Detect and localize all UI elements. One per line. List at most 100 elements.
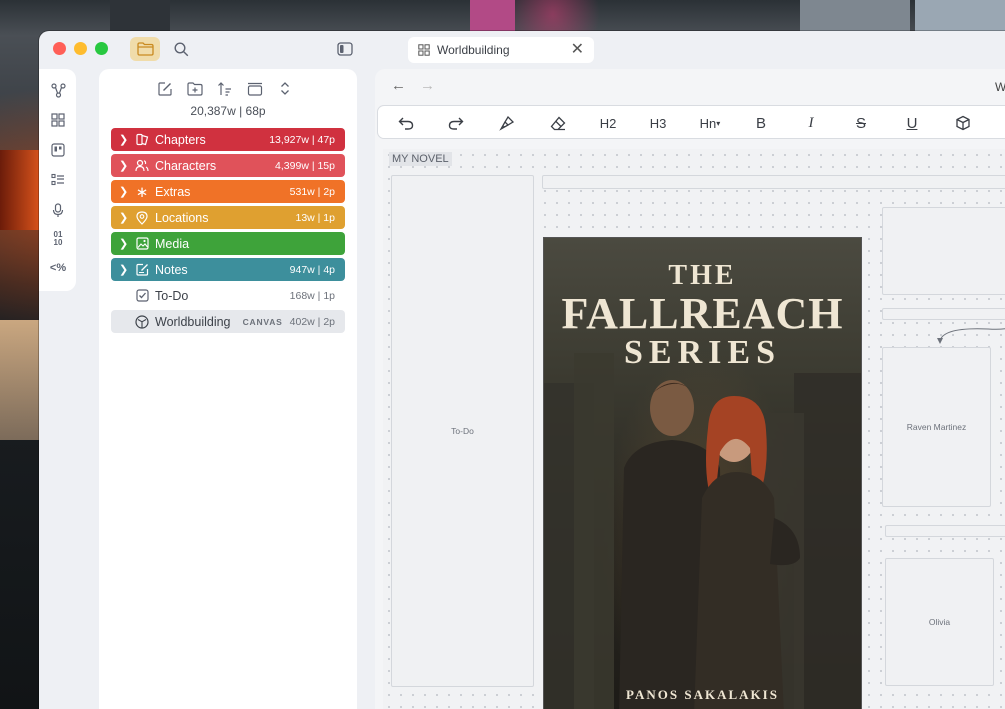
tab-worldbuilding[interactable]: Worldbuilding ✕ bbox=[408, 37, 594, 63]
chevron-right-icon[interactable]: ❯ bbox=[119, 211, 129, 224]
insert-block-button[interactable] bbox=[950, 113, 976, 133]
zoom-window-button[interactable] bbox=[95, 42, 108, 55]
binder-item-worldbuilding[interactable]: Worldbuilding CANVAS 402w | 2p bbox=[111, 310, 345, 333]
pin-icon bbox=[135, 210, 149, 225]
people-icon bbox=[135, 159, 149, 173]
microphone-icon[interactable] bbox=[49, 201, 67, 219]
binder-item-stat: 947w | 4p bbox=[289, 263, 335, 276]
binder-item-stat: 531w | 2p bbox=[289, 185, 335, 198]
binder-item-label: Worldbuilding bbox=[155, 314, 231, 329]
note-icon bbox=[135, 263, 149, 277]
binder-item-locations[interactable]: ❯ Locations 13w | 1p bbox=[111, 206, 345, 229]
connector-edge bbox=[937, 328, 1005, 344]
history-nav: ← → bbox=[391, 77, 435, 94]
cover-title-main: FALLREACH bbox=[561, 289, 844, 338]
binder-toggle-button[interactable] bbox=[130, 37, 160, 61]
card-label: Olivia bbox=[928, 617, 951, 627]
new-document-icon[interactable] bbox=[155, 79, 174, 98]
folder-icon bbox=[136, 42, 154, 56]
binder-tree: ❯ Chapters 13,927w | 47p ❯ Characters 4,… bbox=[111, 128, 345, 336]
image-icon bbox=[135, 237, 149, 251]
heading-3-button[interactable]: H3 bbox=[647, 113, 669, 133]
close-tab-icon[interactable]: ✕ bbox=[571, 42, 584, 58]
breadcrumb: W bbox=[995, 80, 1005, 94]
binder-item-stat: 13w | 1p bbox=[295, 211, 335, 224]
chevron-right-icon[interactable]: ❯ bbox=[119, 263, 129, 276]
binder-panel: 20,387w | 68p ❯ Chapters 13,927w | 47p ❯… bbox=[99, 69, 357, 709]
heading-n-button[interactable]: Hn ▾ bbox=[696, 113, 724, 133]
snippet-icon[interactable]: <% bbox=[49, 259, 67, 277]
canvas-grid-icon bbox=[418, 44, 430, 56]
outline-list-icon[interactable] bbox=[49, 171, 67, 189]
cover-figures bbox=[619, 380, 800, 709]
heading-n-label: Hn bbox=[699, 115, 717, 131]
redo-icon[interactable] bbox=[445, 113, 467, 133]
binder-item-label: Media bbox=[155, 236, 190, 251]
chevron-right-icon[interactable]: ❯ bbox=[119, 237, 129, 250]
board-icon[interactable] bbox=[49, 141, 67, 159]
book-cover-image[interactable]: THE FALLREACH SERIES PANOS SAKALAKIS bbox=[543, 237, 862, 709]
app-window: Worldbuilding ✕ 01 10 <% 20,387w | 68p ❯… bbox=[39, 31, 1005, 709]
back-arrow-icon[interactable]: ← bbox=[391, 77, 406, 94]
heading-2-button[interactable]: H2 bbox=[597, 113, 619, 133]
expand-collapse-icon[interactable] bbox=[275, 79, 294, 98]
canvas-card-olivia[interactable]: Olivia bbox=[885, 558, 994, 686]
collapse-panel-icon[interactable] bbox=[245, 79, 264, 98]
canvas-card-header[interactable] bbox=[542, 175, 1005, 189]
asterisk-icon: ∗ bbox=[135, 183, 149, 201]
cover-author: PANOS SAKALAKIS bbox=[626, 687, 779, 702]
eraser-icon[interactable] bbox=[547, 113, 569, 133]
canvas-card-raven[interactable]: Raven Martinez bbox=[882, 347, 991, 507]
canvas-group-label: MY NOVEL bbox=[389, 152, 452, 166]
view-rail: 01 10 <% bbox=[39, 69, 76, 291]
search-icon bbox=[173, 41, 188, 56]
bold-button[interactable]: B bbox=[750, 113, 772, 133]
binder-item-label: Characters bbox=[155, 158, 217, 173]
binder-toolbar bbox=[155, 79, 294, 98]
chevron-right-icon[interactable]: ❯ bbox=[119, 159, 129, 172]
close-window-button[interactable] bbox=[53, 42, 66, 55]
binder-item-characters[interactable]: ❯ Characters 4,399w | 15p bbox=[111, 154, 345, 177]
italic-button[interactable]: I bbox=[800, 113, 822, 133]
sort-icon[interactable] bbox=[215, 79, 234, 98]
strikethrough-button[interactable]: S bbox=[850, 113, 872, 133]
paintbrush-icon[interactable] bbox=[496, 113, 518, 133]
cube-icon bbox=[956, 115, 970, 131]
chevron-right-icon[interactable]: ❯ bbox=[119, 133, 129, 146]
canvas[interactable]: MY NOVEL To-Do Raven Martinez Olivia THE… bbox=[383, 149, 1005, 709]
search-button[interactable] bbox=[166, 37, 196, 61]
canvas-card-strip-2[interactable] bbox=[885, 525, 1005, 537]
tab-label: Worldbuilding bbox=[437, 43, 510, 57]
chevron-right-icon[interactable]: ❯ bbox=[119, 185, 129, 198]
minimize-window-button[interactable] bbox=[74, 42, 87, 55]
project-stats: 20,387w | 68p bbox=[190, 104, 266, 118]
binder-item-extras[interactable]: ❯ ∗ Extras 531w | 2p bbox=[111, 180, 345, 203]
binder-item-notes[interactable]: ❯ Notes 947w | 4p bbox=[111, 258, 345, 281]
binder-item-stat: 168w | 1p bbox=[289, 289, 335, 302]
card-label: Raven Martinez bbox=[906, 422, 967, 432]
binder-item-chapters[interactable]: ❯ Chapters 13,927w | 47p bbox=[111, 128, 345, 151]
binder-item-label: Locations bbox=[155, 210, 209, 225]
binder-item-label: To-Do bbox=[155, 288, 189, 303]
binder-item-label: Chapters bbox=[155, 132, 206, 147]
binary-icon[interactable]: 01 10 bbox=[49, 230, 67, 248]
underline-button[interactable]: U bbox=[901, 113, 923, 133]
cover-title-bottom: SERIES bbox=[624, 334, 781, 371]
checkbox-icon bbox=[135, 289, 149, 303]
binder-item-stat: 402w | 2p bbox=[289, 315, 335, 328]
canvas-card-note[interactable] bbox=[882, 207, 1005, 295]
cube-icon bbox=[135, 314, 149, 329]
binder-item-media[interactable]: ❯ Media bbox=[111, 232, 345, 255]
canvas-card-todo[interactable]: To-Do bbox=[391, 175, 534, 687]
binder-item-stat: 4,399w | 15p bbox=[275, 159, 335, 172]
dropdown-dot-icon: ▾ bbox=[716, 118, 721, 128]
binder-item-todo[interactable]: To-Do 168w | 1p bbox=[111, 284, 345, 307]
new-folder-icon[interactable] bbox=[185, 79, 204, 98]
undo-icon[interactable] bbox=[395, 113, 417, 133]
sidebar-toggle-button[interactable] bbox=[330, 37, 360, 61]
forward-arrow-icon[interactable]: → bbox=[420, 77, 435, 94]
binder-item-label: Extras bbox=[155, 184, 191, 199]
graph-icon[interactable] bbox=[49, 81, 67, 99]
grid-icon[interactable] bbox=[49, 111, 67, 129]
canvas-badge: CANVAS bbox=[242, 316, 283, 327]
